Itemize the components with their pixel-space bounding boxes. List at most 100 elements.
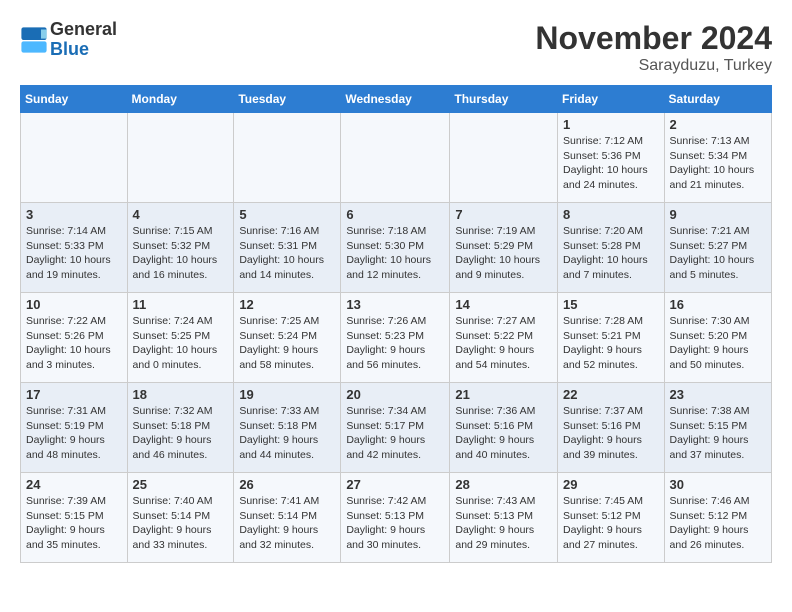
logo-blue: Blue (50, 39, 89, 59)
calendar-cell: 22Sunrise: 7:37 AM Sunset: 5:16 PM Dayli… (558, 383, 665, 473)
logo-general: General (50, 19, 117, 39)
calendar-cell: 6 Sunrise: 7:18 AM Sunset: 5:30 PM Daylig… (341, 203, 450, 293)
calendar-cell: 16 Sunrise: 7:30 AM Sunset: 5:20 PM Dayli… (664, 293, 771, 383)
weekday-header: Wednesday (341, 86, 450, 113)
day-number: 14 (455, 297, 552, 312)
calendar-cell: 9 Sunrise: 7:21 AM Sunset: 5:27 PM Daylig… (664, 203, 771, 293)
calendar-cell: 1Sunrise: 7:12 AM Sunset: 5:36 PM Daylig… (558, 113, 665, 203)
calendar-week-row: 10 Sunrise: 7:22 AM Sunset: 5:26 PM Dayli… (21, 293, 772, 383)
day-number: 9 (670, 207, 766, 222)
day-number: 16 (670, 297, 766, 312)
calendar-cell: 24Sunrise: 7:39 AM Sunset: 5:15 PM Dayli… (21, 473, 128, 563)
day-info: Sunrise: 7:40 AM Sunset: 5:14 PM Dayligh… (133, 494, 229, 553)
day-number: 25 (133, 477, 229, 492)
weekday-header: Sunday (21, 86, 128, 113)
day-number: 20 (346, 387, 444, 402)
day-info: Sunrise: 7:38 AM Sunset: 5:15 PM Dayligh… (670, 404, 766, 463)
calendar-week-row: 3Sunrise: 7:14 AM Sunset: 5:33 PM Daylig… (21, 203, 772, 293)
calendar-cell: 19 Sunrise: 7:33 AM Sunset: 5:18 PM Dayli… (234, 383, 341, 473)
day-number: 19 (239, 387, 335, 402)
day-number: 21 (455, 387, 552, 402)
weekday-header: Tuesday (234, 86, 341, 113)
day-number: 10 (26, 297, 122, 312)
calendar-cell: 2 Sunrise: 7:13 AM Sunset: 5:34 PM Daylig… (664, 113, 771, 203)
day-info: Sunrise: 7:28 AM Sunset: 5:21 PM Dayligh… (563, 314, 659, 373)
day-info: Sunrise: 7:36 AM Sunset: 5:16 PM Dayligh… (455, 404, 552, 463)
day-info: Sunrise: 7:16 AM Sunset: 5:31 PM Dayligh… (239, 224, 335, 283)
weekday-header-row: SundayMondayTuesdayWednesdayThursdayFrid… (21, 86, 772, 113)
logo: General Blue (20, 20, 117, 60)
day-info: Sunrise: 7:34 AM Sunset: 5:17 PM Dayligh… (346, 404, 444, 463)
day-number: 27 (346, 477, 444, 492)
calendar-cell: 23 Sunrise: 7:38 AM Sunset: 5:15 PM Dayli… (664, 383, 771, 473)
calendar-cell: 20 Sunrise: 7:34 AM Sunset: 5:17 PM Dayli… (341, 383, 450, 473)
day-info: Sunrise: 7:13 AM Sunset: 5:34 PM Dayligh… (670, 134, 766, 193)
day-info: Sunrise: 7:27 AM Sunset: 5:22 PM Dayligh… (455, 314, 552, 373)
day-info: Sunrise: 7:33 AM Sunset: 5:18 PM Dayligh… (239, 404, 335, 463)
day-info: Sunrise: 7:18 AM Sunset: 5:30 PM Dayligh… (346, 224, 444, 283)
calendar-cell: 21 Sunrise: 7:36 AM Sunset: 5:16 PM Dayli… (450, 383, 558, 473)
location-subtitle: Sarayduzu, Turkey (535, 57, 772, 75)
calendar-cell (21, 113, 128, 203)
day-number: 13 (346, 297, 444, 312)
day-info: Sunrise: 7:25 AM Sunset: 5:24 PM Dayligh… (239, 314, 335, 373)
day-number: 6 (346, 207, 444, 222)
day-info: Sunrise: 7:46 AM Sunset: 5:12 PM Dayligh… (670, 494, 766, 553)
calendar-cell: 29 Sunrise: 7:45 AM Sunset: 5:12 PM Dayli… (558, 473, 665, 563)
day-number: 30 (670, 477, 766, 492)
weekday-header: Monday (127, 86, 234, 113)
calendar-cell: 7 Sunrise: 7:19 AM Sunset: 5:29 PM Daylig… (450, 203, 558, 293)
day-info: Sunrise: 7:42 AM Sunset: 5:13 PM Dayligh… (346, 494, 444, 553)
day-number: 29 (563, 477, 659, 492)
day-info: Sunrise: 7:39 AM Sunset: 5:15 PM Dayligh… (26, 494, 122, 553)
day-number: 15 (563, 297, 659, 312)
day-number: 7 (455, 207, 552, 222)
day-number: 23 (670, 387, 766, 402)
day-number: 2 (670, 117, 766, 132)
calendar-cell: 17 Sunrise: 7:31 AM Sunset: 5:19 PM Dayli… (21, 383, 128, 473)
title-area: November 2024 Sarayduzu, Turkey (535, 20, 772, 75)
day-info: Sunrise: 7:41 AM Sunset: 5:14 PM Dayligh… (239, 494, 335, 553)
month-title: November 2024 (535, 20, 772, 57)
calendar-cell (341, 113, 450, 203)
day-info: Sunrise: 7:30 AM Sunset: 5:20 PM Dayligh… (670, 314, 766, 373)
day-info: Sunrise: 7:15 AM Sunset: 5:32 PM Dayligh… (133, 224, 229, 283)
weekday-header: Friday (558, 86, 665, 113)
day-number: 17 (26, 387, 122, 402)
day-info: Sunrise: 7:43 AM Sunset: 5:13 PM Dayligh… (455, 494, 552, 553)
calendar-cell: 8Sunrise: 7:20 AM Sunset: 5:28 PM Daylig… (558, 203, 665, 293)
day-number: 5 (239, 207, 335, 222)
day-info: Sunrise: 7:21 AM Sunset: 5:27 PM Dayligh… (670, 224, 766, 283)
day-number: 8 (563, 207, 659, 222)
day-number: 3 (26, 207, 122, 222)
logo-text: General Blue (50, 20, 117, 60)
day-number: 11 (133, 297, 229, 312)
day-info: Sunrise: 7:19 AM Sunset: 5:29 PM Dayligh… (455, 224, 552, 283)
day-number: 18 (133, 387, 229, 402)
day-number: 28 (455, 477, 552, 492)
day-info: Sunrise: 7:31 AM Sunset: 5:19 PM Dayligh… (26, 404, 122, 463)
calendar-cell: 30 Sunrise: 7:46 AM Sunset: 5:12 PM Dayli… (664, 473, 771, 563)
calendar-cell (450, 113, 558, 203)
day-info: Sunrise: 7:45 AM Sunset: 5:12 PM Dayligh… (563, 494, 659, 553)
day-number: 22 (563, 387, 659, 402)
calendar-cell: 14 Sunrise: 7:27 AM Sunset: 5:22 PM Dayli… (450, 293, 558, 383)
calendar-cell: 15 Sunrise: 7:28 AM Sunset: 5:21 PM Dayli… (558, 293, 665, 383)
calendar-week-row: 24Sunrise: 7:39 AM Sunset: 5:15 PM Dayli… (21, 473, 772, 563)
calendar-cell: 26Sunrise: 7:41 AM Sunset: 5:14 PM Dayli… (234, 473, 341, 563)
calendar-cell: 18 Sunrise: 7:32 AM Sunset: 5:18 PM Dayli… (127, 383, 234, 473)
day-info: Sunrise: 7:22 AM Sunset: 5:26 PM Dayligh… (26, 314, 122, 373)
day-info: Sunrise: 7:26 AM Sunset: 5:23 PM Dayligh… (346, 314, 444, 373)
calendar-cell: 27 Sunrise: 7:42 AM Sunset: 5:13 PM Dayli… (341, 473, 450, 563)
calendar-cell (234, 113, 341, 203)
weekday-header: Thursday (450, 86, 558, 113)
day-info: Sunrise: 7:32 AM Sunset: 5:18 PM Dayligh… (133, 404, 229, 463)
calendar-week-row: 17 Sunrise: 7:31 AM Sunset: 5:19 PM Dayli… (21, 383, 772, 473)
calendar-cell: 3Sunrise: 7:14 AM Sunset: 5:33 PM Daylig… (21, 203, 128, 293)
calendar-table: SundayMondayTuesdayWednesdayThursdayFrid… (20, 85, 772, 563)
calendar-cell: 25 Sunrise: 7:40 AM Sunset: 5:14 PM Dayli… (127, 473, 234, 563)
calendar-cell: 11Sunrise: 7:24 AM Sunset: 5:25 PM Dayli… (127, 293, 234, 383)
weekday-header: Saturday (664, 86, 771, 113)
calendar-cell: 4Sunrise: 7:15 AM Sunset: 5:32 PM Daylig… (127, 203, 234, 293)
calendar-cell: 28 Sunrise: 7:43 AM Sunset: 5:13 PM Dayli… (450, 473, 558, 563)
